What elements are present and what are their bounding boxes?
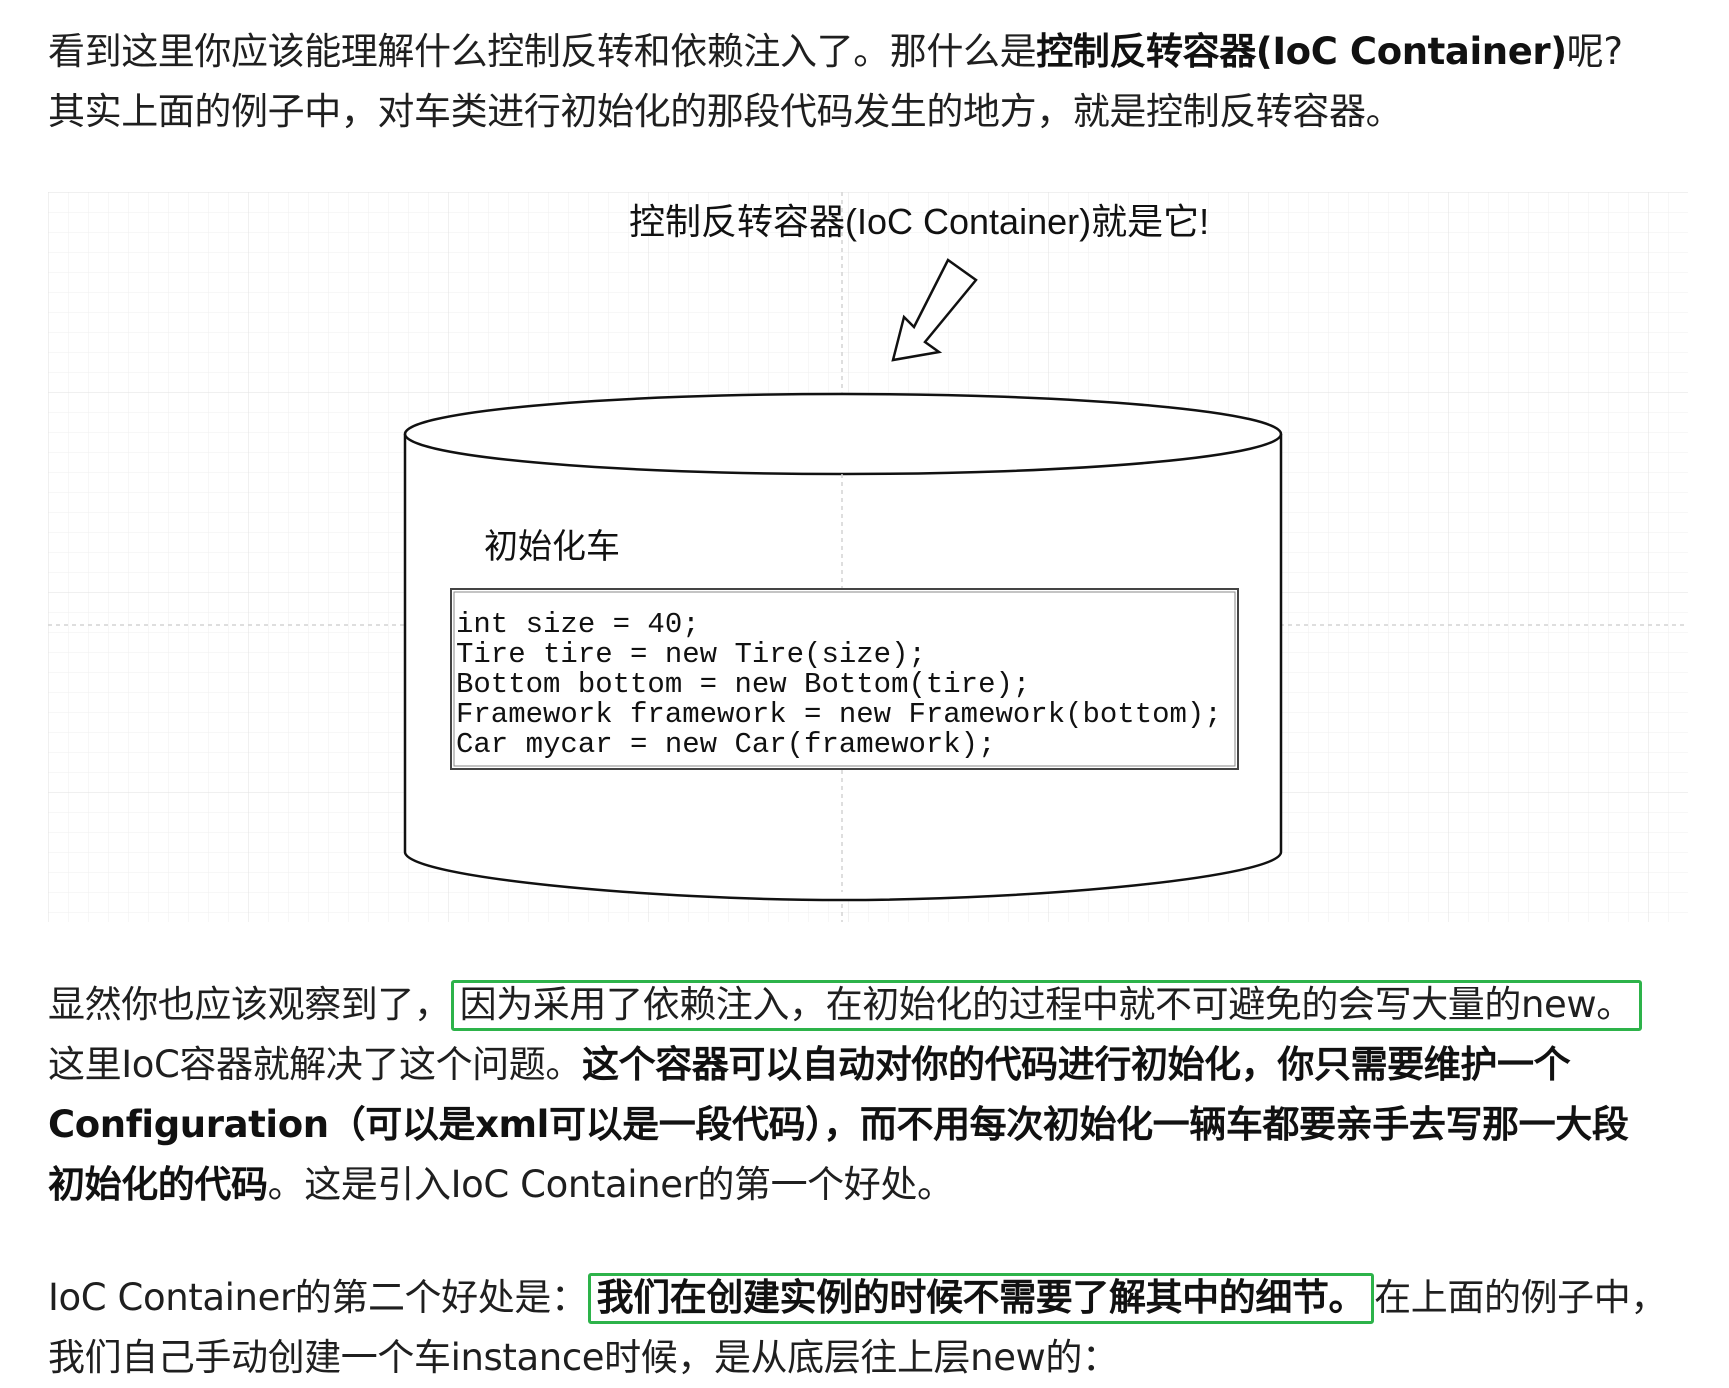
intro-paragraph: 看到这里你应该能理解什么控制反转和依赖注入了。那什么是控制反转容器(IoC Co… — [48, 22, 1688, 142]
intro-bold-term: 控制反转容器(IoC Container) — [1036, 30, 1567, 73]
para3-text: IoC Container的第二个好处是： — [48, 1276, 588, 1319]
code-line-2: Tire tire = new Tire(size); — [456, 638, 926, 671]
code-line-3: Bottom bottom = new Bottom(tire); — [456, 668, 1030, 701]
para2-line-2: 这里IoC容器就解决了这个问题。这个容器可以自动对你的代码进行初始化，你只需要维… — [48, 1035, 1688, 1095]
para2-text-2: 这里IoC容器就解决了这个问题。 — [48, 1043, 582, 1086]
para2-line-4: 初始化的代码。这是引入IoC Container的第一个好处。 — [48, 1155, 1688, 1215]
para2-bold-2: 这个容器可以自动对你的代码进行初始化，你只需要维护一个 — [581, 1043, 1571, 1086]
code-line-5: Car mycar = new Car(framework); — [456, 728, 996, 761]
para2-line-3: Configuration（可以是xml可以是一段代码），而不用每次初始化一辆车… — [48, 1103, 1629, 1146]
container-cylinder-top — [403, 392, 1283, 476]
code-line-4: Framework framework = new Framework(bott… — [456, 698, 1222, 731]
para3-text-end: 在上面的例子中， — [1374, 1276, 1667, 1319]
init-car-title: 初始化车 — [484, 527, 620, 567]
intro-text: 看到这里你应该能理解什么控制反转和依赖注入了。那什么是 — [48, 30, 1037, 73]
para3-line-2: 我们自己手动创建一个车instance时候，是从底层往上层new的： — [48, 1336, 1119, 1379]
intro-line-1: 看到这里你应该能理解什么控制反转和依赖注入了。那什么是控制反转容器(IoC Co… — [48, 22, 1688, 82]
intro-text-end: 呢? — [1566, 30, 1623, 73]
para2-text-4: 。这是引入IoC Container的第一个好处。 — [267, 1163, 954, 1206]
diagram-caption: 控制反转容器(IoC Container)就是它! — [629, 201, 1209, 242]
code-line-1: int size = 40; — [456, 608, 700, 641]
para2-text: 显然你也应该观察到了， — [48, 983, 451, 1026]
paragraph-3: IoC Container的第二个好处是： 我们在创建实例的时候不需要了解其中的细… — [48, 1268, 1688, 1388]
para3-highlight-box: 我们在创建实例的时候不需要了解其中的细节。 — [587, 1273, 1375, 1324]
ioc-container-diagram: 控制反转容器(IoC Container)就是它! 初始化车 int size … — [48, 192, 1688, 922]
para2-line-1: 显然你也应该观察到了， 因为采用了依赖注入，在初始化的过程中就不可避免的会写大量的… — [48, 975, 1688, 1035]
paragraph-2: 显然你也应该观察到了， 因为采用了依赖注入，在初始化的过程中就不可避免的会写大量的… — [48, 975, 1688, 1215]
para2-highlight-box: 因为采用了依赖注入，在初始化的过程中就不可避免的会写大量的new。 — [450, 980, 1642, 1031]
para2-bold-4: 初始化的代码 — [48, 1163, 268, 1206]
intro-line-2: 其实上面的例子中，对车类进行初始化的那段代码发生的地方，就是控制反转容器。 — [48, 90, 1403, 133]
para3-line-1: IoC Container的第二个好处是： 我们在创建实例的时候不需要了解其中的细… — [48, 1268, 1688, 1328]
